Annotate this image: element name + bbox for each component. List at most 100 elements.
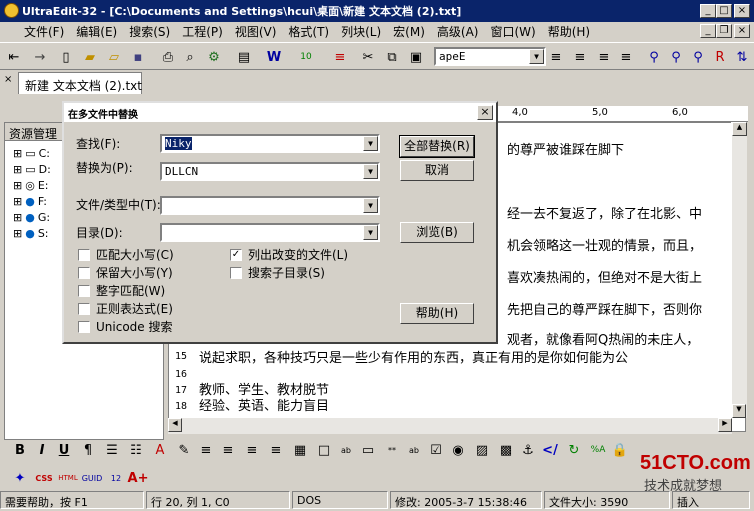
numbered-list-icon[interactable]: ☷	[126, 440, 146, 460]
expand-icon[interactable]: ⊞	[13, 195, 22, 208]
password-field-icon[interactable]: **	[382, 440, 402, 460]
doc-close-button[interactable]: ×	[734, 24, 750, 38]
loop-icon[interactable]: ↻	[564, 440, 584, 460]
checkbox-box[interactable]	[78, 266, 90, 279]
align-left-icon[interactable]: ≡	[196, 440, 216, 460]
find-icon[interactable]: ⚲	[644, 47, 664, 67]
italic-icon[interactable]: I	[32, 440, 52, 460]
align-right-icon[interactable]: ≡	[594, 47, 614, 67]
replace-icon[interactable]: R	[710, 47, 730, 67]
menu-window[interactable]: 窗口(W)	[490, 23, 535, 40]
css-icon[interactable]: CSS	[34, 468, 54, 488]
expand-icon[interactable]: ⊞	[13, 179, 22, 192]
menu-project[interactable]: 工程(P)	[182, 23, 223, 40]
color-palette-icon[interactable]: ✦	[10, 468, 30, 488]
highlight-icon[interactable]: ✎	[174, 440, 194, 460]
hex-mode-icon[interactable]: 10	[296, 47, 316, 67]
align-center-icon[interactable]: ≡	[570, 47, 590, 67]
new-file-icon[interactable]: ▯	[56, 47, 76, 67]
radio-icon[interactable]: ◉	[448, 440, 468, 460]
properties-icon[interactable]: ▤	[234, 47, 254, 67]
expand-icon[interactable]: ⊞	[13, 147, 22, 160]
menu-search[interactable]: 搜索(S)	[129, 23, 170, 40]
chevron-down-icon[interactable]: ▼	[363, 198, 378, 213]
filetype-input[interactable]: ▼	[160, 196, 380, 215]
list-changed-files-checkbox[interactable]: ✓ 列出改变的文件(L)	[230, 246, 348, 263]
tab-close-icon[interactable]: ×	[4, 74, 12, 85]
vertical-scrollbar[interactable]: ▲ ▼	[731, 122, 747, 418]
open-folder-icon[interactable]: ▰	[80, 47, 100, 67]
drive-e[interactable]: ⊞ ◎ E:	[13, 179, 48, 192]
tab-document[interactable]: 新建 文本文档 (2).txt	[18, 72, 142, 94]
textfield-icon[interactable]: ab	[336, 440, 356, 460]
menu-column[interactable]: 列块(L)	[341, 23, 381, 40]
back-icon[interactable]: ⇤	[4, 47, 24, 67]
directory-input[interactable]: ▼	[160, 223, 380, 242]
drive-d[interactable]: ⊞ ▭ D:	[13, 163, 51, 176]
chevron-down-icon[interactable]: ▼	[363, 164, 378, 179]
drive-g[interactable]: ⊞ ● G:	[13, 211, 50, 224]
font-selector[interactable]: apeE ▼	[434, 47, 546, 66]
align-right-icon[interactable]: ≡	[242, 440, 262, 460]
find-prev-icon[interactable]: ⚲	[688, 47, 708, 67]
scroll-left-icon[interactable]: ◀	[168, 418, 182, 432]
forward-icon[interactable]: →	[30, 47, 50, 67]
ruler-toggle-icon[interactable]: ≡	[330, 47, 350, 67]
expand-icon[interactable]: ⊞	[13, 227, 22, 240]
font-color-icon[interactable]: A	[150, 440, 170, 460]
anchor-icon[interactable]: ⚓	[518, 440, 538, 460]
hr-icon[interactable]: ▭	[358, 440, 378, 460]
scroll-down-icon[interactable]: ▼	[732, 404, 746, 418]
checkmark-icon[interactable]: ✓	[230, 248, 242, 261]
find-input[interactable]: Niky ▼	[160, 134, 380, 153]
checkbox-box[interactable]	[78, 302, 90, 315]
heading-icon[interactable]: ¶	[78, 440, 98, 460]
bold-icon[interactable]: B	[10, 440, 30, 460]
menu-advanced[interactable]: 高级(A)	[437, 23, 479, 40]
whole-word-checkbox[interactable]: 整字匹配(W)	[78, 282, 165, 299]
minimize-button[interactable]: _	[700, 4, 716, 18]
justify-icon[interactable]: ≡	[266, 440, 286, 460]
drive-s[interactable]: ⊞ ● S:	[13, 227, 49, 240]
image-map-icon[interactable]: ▩	[496, 440, 516, 460]
scroll-right-icon[interactable]: ▶	[718, 418, 732, 432]
lock-icon[interactable]: 🔒	[610, 440, 630, 460]
print-preview-icon[interactable]: ⌕	[180, 47, 200, 67]
bullet-list-icon[interactable]: ☰	[102, 440, 122, 460]
expand-icon[interactable]: ⊞	[13, 163, 22, 176]
close-file-icon[interactable]: ▱	[104, 47, 124, 67]
save-icon[interactable]: ▪	[128, 47, 148, 67]
chevron-down-icon[interactable]: ▼	[529, 49, 544, 64]
chevron-down-icon[interactable]: ▼	[363, 136, 378, 151]
table-icon[interactable]: ▦	[290, 440, 310, 460]
match-case-checkbox[interactable]: 匹配大小写(C)	[78, 246, 174, 263]
expand-icon[interactable]: ⊞	[13, 211, 22, 224]
drive-f[interactable]: ⊞ ● F:	[13, 195, 47, 208]
align-left-icon[interactable]: ≡	[546, 47, 566, 67]
replace-input[interactable]: DLLCN ▼	[160, 162, 380, 181]
doc-restore-button[interactable]: ❐	[716, 24, 732, 38]
print-setup-icon[interactable]: ⚙	[204, 47, 224, 67]
textarea-icon[interactable]: ab	[404, 440, 424, 460]
menu-format[interactable]: 格式(T)	[288, 23, 329, 40]
app-icon[interactable]	[4, 3, 19, 18]
html-tidy-icon[interactable]: HTML	[58, 468, 78, 488]
special-chars-icon[interactable]: %A	[588, 440, 608, 460]
menu-file[interactable]: 文件(F)	[24, 23, 64, 40]
doc-minimize-button[interactable]: _	[700, 24, 716, 38]
checkbox-box[interactable]	[78, 320, 90, 333]
close-icon[interactable]: ×	[477, 105, 493, 120]
checkbox-icon[interactable]: ☑	[426, 440, 446, 460]
paste-icon[interactable]: ▣	[406, 47, 426, 67]
copy-icon[interactable]: ⧉	[382, 47, 402, 67]
scroll-up-icon[interactable]: ▲	[732, 122, 747, 136]
checkbox-box[interactable]	[78, 284, 90, 297]
browse-button[interactable]: 浏览(B)	[400, 222, 474, 243]
replace-all-button[interactable]: 全部替换(R)	[399, 135, 475, 158]
drive-c[interactable]: ⊞ ▭ C:	[13, 147, 50, 160]
goto-icon[interactable]: ⇅	[732, 47, 752, 67]
menu-help[interactable]: 帮助(H)	[548, 23, 590, 40]
maximize-button[interactable]: □	[716, 4, 732, 18]
search-subdirs-checkbox[interactable]: 搜索子目录(S)	[230, 264, 325, 281]
add-font-icon[interactable]: A+	[128, 468, 149, 488]
